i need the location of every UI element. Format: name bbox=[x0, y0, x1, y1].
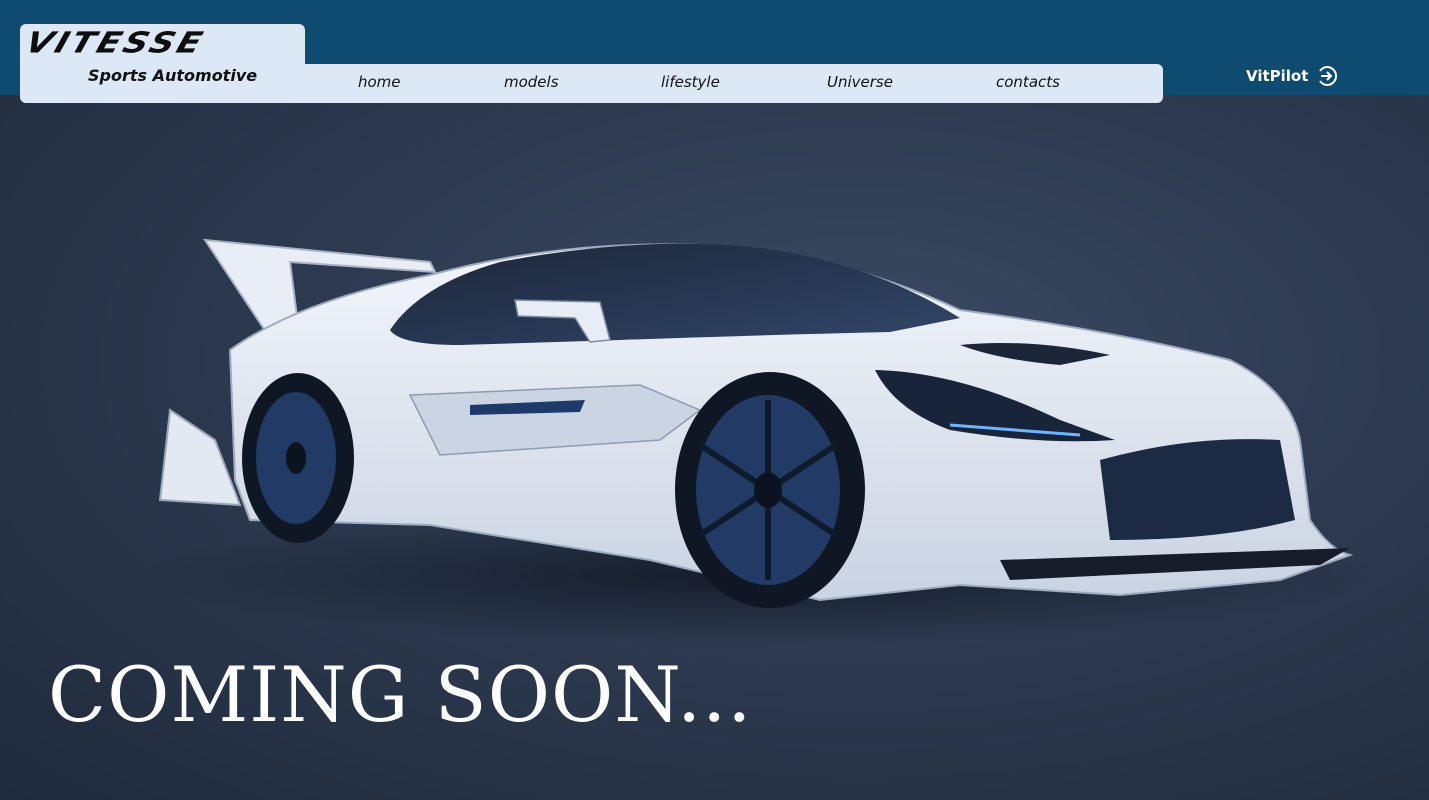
page: VITESSE Sports Automotive home models li… bbox=[0, 0, 1429, 800]
nav-item-models[interactable]: models bbox=[504, 73, 559, 91]
brand-logo[interactable]: VITESSE Sports Automotive bbox=[20, 24, 305, 103]
login-icon bbox=[1319, 66, 1338, 86]
nav-item-lifestyle[interactable]: lifestyle bbox=[661, 73, 720, 91]
hero-headline: COMING SOON... bbox=[48, 650, 753, 739]
nav-item-contacts[interactable]: contacts bbox=[996, 73, 1060, 91]
vitpilot-label: VitPilot bbox=[1246, 67, 1309, 85]
nav-item-home[interactable]: home bbox=[358, 73, 401, 91]
logo-wordmark: VITESSE bbox=[20, 26, 210, 60]
vitpilot-login-button[interactable]: VitPilot bbox=[1246, 64, 1338, 88]
nav-item-universe[interactable]: Universe bbox=[827, 73, 893, 91]
main-nav: home models lifestyle Universe contacts bbox=[300, 64, 1163, 103]
logo-tagline: Sports Automotive bbox=[88, 66, 258, 85]
